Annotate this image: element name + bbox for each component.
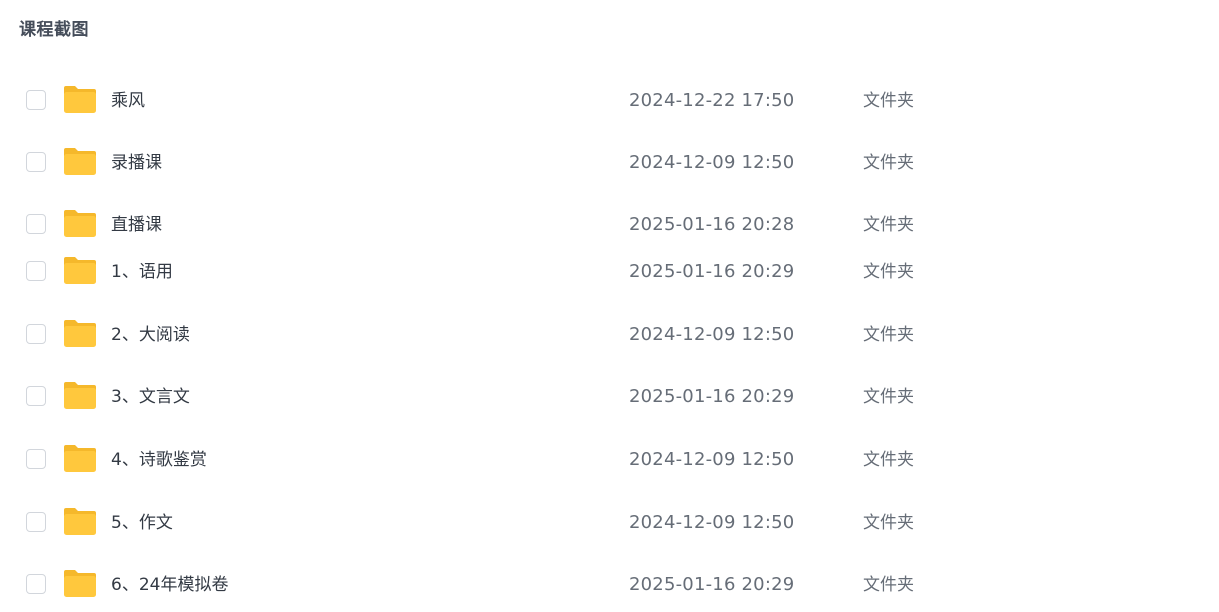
file-type: 文件夹 [863,262,914,282]
folder-icon [64,570,96,597]
file-name[interactable]: 4、诗歌鉴赏 [111,449,207,471]
list-item[interactable]: 直播课 2025-01-16 20:28 文件夹 [0,205,1219,245]
file-type: 文件夹 [863,153,914,173]
row-checkbox[interactable] [26,386,46,406]
row-checkbox[interactable] [26,152,46,172]
file-type: 文件夹 [863,575,914,595]
list-item[interactable]: 4、诗歌鉴赏 2024-12-09 12:50 文件夹 [0,440,1219,480]
file-type: 文件夹 [863,325,914,345]
folder-icon [64,320,96,347]
row-checkbox[interactable] [26,324,46,344]
list-item[interactable]: 1、语用 2025-01-16 20:29 文件夹 [0,252,1219,292]
file-name[interactable]: 2、大阅读 [111,324,190,346]
file-list: 乘风 2024-12-22 17:50 文件夹 录播课 2024-12-09 1… [0,0,1219,612]
row-checkbox[interactable] [26,214,46,234]
file-name[interactable]: 乘风 [111,90,145,112]
modified-date: 2024-12-22 17:50 [629,90,795,111]
modified-date: 2024-12-09 12:50 [629,152,795,173]
row-checkbox[interactable] [26,90,46,110]
list-item[interactable]: 3、文言文 2025-01-16 20:29 文件夹 [0,377,1219,417]
modified-date: 2024-12-09 12:50 [629,512,795,533]
file-type: 文件夹 [863,387,914,407]
file-name[interactable]: 5、作文 [111,512,173,534]
file-type: 文件夹 [863,513,914,533]
folder-icon [64,210,96,237]
folder-icon [64,148,96,175]
folder-icon [64,382,96,409]
folder-icon [64,257,96,284]
file-name[interactable]: 录播课 [111,152,162,174]
file-name[interactable]: 3、文言文 [111,386,190,408]
list-item[interactable]: 6、24年模拟卷 2025-01-16 20:29 文件夹 [0,565,1219,605]
row-checkbox[interactable] [26,261,46,281]
file-type: 文件夹 [863,450,914,470]
folder-icon [64,508,96,535]
file-name[interactable]: 1、语用 [111,261,173,283]
file-type: 文件夹 [863,91,914,111]
list-item[interactable]: 乘风 2024-12-22 17:50 文件夹 [0,81,1219,121]
list-item[interactable]: 录播课 2024-12-09 12:50 文件夹 [0,143,1219,183]
row-checkbox[interactable] [26,574,46,594]
list-item[interactable]: 5、作文 2024-12-09 12:50 文件夹 [0,503,1219,543]
row-checkbox[interactable] [26,449,46,469]
modified-date: 2024-12-09 12:50 [629,449,795,470]
file-name[interactable]: 6、24年模拟卷 [111,574,228,596]
modified-date: 2025-01-16 20:29 [629,386,795,407]
folder-icon [64,86,96,113]
modified-date: 2025-01-16 20:29 [629,574,795,595]
modified-date: 2024-12-09 12:50 [629,324,795,345]
list-item[interactable]: 2、大阅读 2024-12-09 12:50 文件夹 [0,315,1219,355]
folder-icon [64,445,96,472]
modified-date: 2025-01-16 20:29 [629,261,795,282]
row-checkbox[interactable] [26,512,46,532]
file-type: 文件夹 [863,215,914,235]
file-name[interactable]: 直播课 [111,214,162,236]
modified-date: 2025-01-16 20:28 [629,214,795,235]
